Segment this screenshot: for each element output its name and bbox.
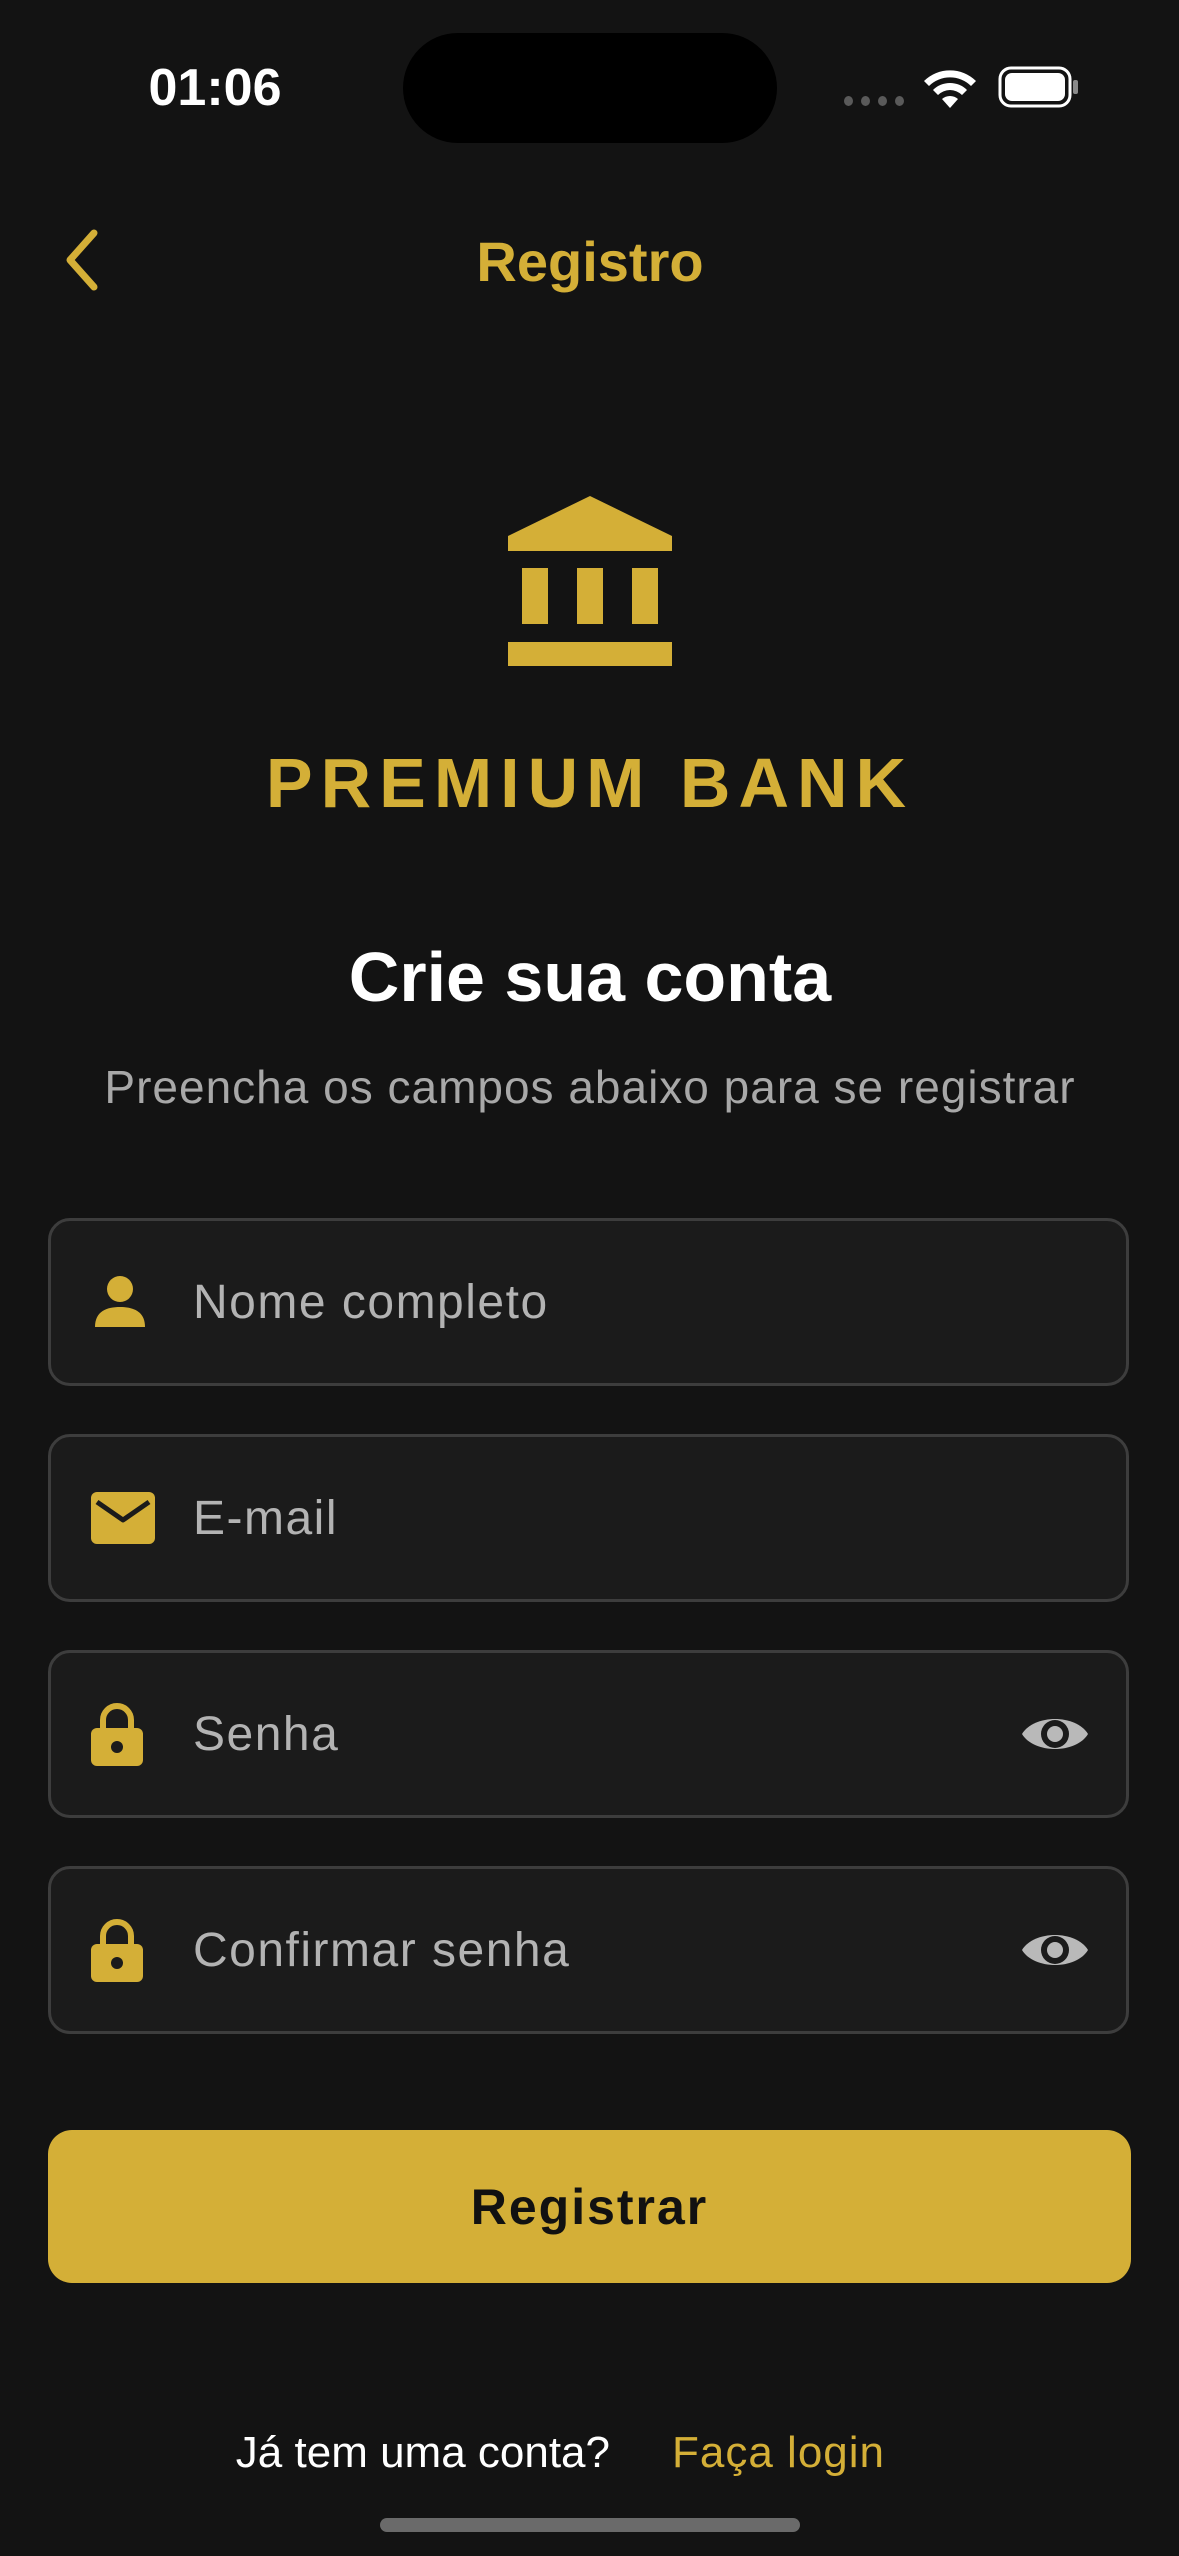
confirm-password-input[interactable]	[193, 1869, 1013, 2031]
page-title: Registro	[476, 230, 704, 293]
mail-icon	[91, 1492, 155, 1544]
wifi-icon	[924, 70, 976, 108]
lock-icon	[91, 1703, 143, 1766]
eye-icon[interactable]	[1020, 1709, 1090, 1759]
chevron-left-icon[interactable]	[58, 225, 108, 295]
brand-name: PREMIUM BANK	[265, 744, 915, 822]
status-time: 01:06	[148, 59, 282, 117]
battery-icon	[998, 66, 1078, 108]
dynamic-island	[403, 33, 777, 143]
register-button[interactable]: Registrar	[48, 2130, 1131, 2283]
name-field[interactable]	[48, 1218, 1129, 1386]
form-heading: Crie sua conta	[348, 938, 832, 1016]
email-field[interactable]	[48, 1434, 1129, 1602]
password-field[interactable]	[48, 1650, 1129, 1818]
login-prompt: Já tem uma conta?	[235, 2428, 610, 2477]
cellular-signal-icon	[844, 94, 904, 108]
form-subheading: Preencha os campos abaixo para se regist…	[104, 1061, 1076, 1113]
email-input[interactable]	[193, 1437, 1013, 1599]
bank-icon	[508, 496, 672, 666]
password-input[interactable]	[193, 1653, 1013, 1815]
login-link[interactable]: Faça login	[672, 2418, 992, 2488]
eye-icon[interactable]	[1020, 1925, 1090, 1975]
home-indicator	[380, 2518, 800, 2532]
lock-icon	[91, 1919, 143, 1982]
person-icon	[95, 1276, 145, 1327]
register-button-label: Registrar	[470, 2178, 709, 2235]
confirm-password-field[interactable]	[48, 1866, 1129, 2034]
name-input[interactable]	[193, 1221, 1013, 1383]
